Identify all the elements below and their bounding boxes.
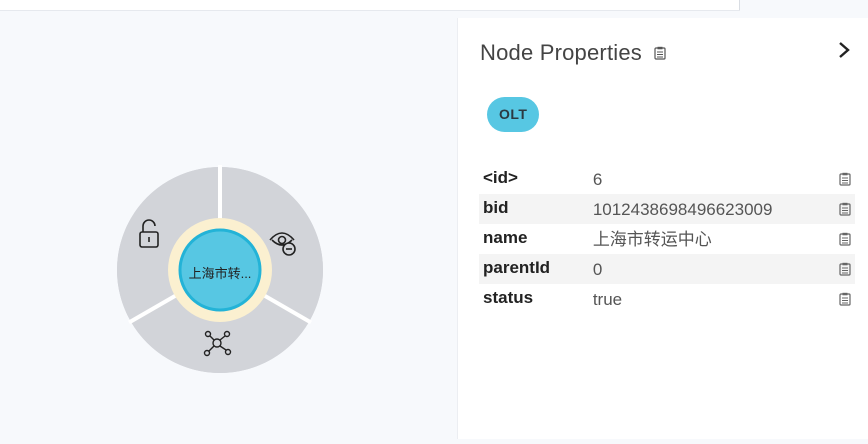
properties-table: <id> 6 bid 1012438698496623009 name 上海市转…: [479, 164, 855, 314]
table-row: name 上海市转运中心: [479, 224, 855, 254]
property-value: 6: [592, 170, 603, 189]
table-row: parentId 0: [479, 254, 855, 284]
copy-icon[interactable]: [839, 292, 851, 306]
copy-icon[interactable]: [654, 46, 666, 60]
panel-title-text: Node Properties: [480, 40, 642, 65]
copy-icon[interactable]: [839, 202, 851, 216]
node-caption: 上海市转...: [188, 266, 252, 281]
table-row: bid 1012438698496623009: [479, 194, 855, 224]
property-key: name: [483, 228, 528, 247]
graph-canvas[interactable]: 上海市转...: [0, 10, 457, 439]
property-key: bid: [483, 198, 509, 217]
copy-icon[interactable]: [839, 262, 851, 276]
property-value: true: [592, 290, 623, 309]
property-value: 1012438698496623009: [592, 200, 773, 219]
panel-title: Node Properties: [480, 40, 666, 66]
property-key: status: [483, 288, 534, 307]
node-properties-panel: Node Properties OLT <id> 6 bid 101243869…: [457, 18, 868, 439]
copy-icon[interactable]: [839, 232, 851, 246]
property-key: parentId: [483, 258, 551, 277]
property-key: <id>: [483, 168, 518, 187]
table-row: status true: [479, 284, 855, 314]
table-row: <id> 6: [479, 164, 855, 194]
graph-svg: [117, 165, 323, 373]
property-value: 0: [592, 260, 603, 279]
chevron-right-icon[interactable]: [837, 40, 851, 60]
property-value: 上海市转运中心: [592, 230, 712, 249]
toolbar-divider: [739, 0, 740, 10]
copy-icon[interactable]: [839, 172, 851, 186]
node-label-badge[interactable]: OLT: [487, 97, 540, 132]
